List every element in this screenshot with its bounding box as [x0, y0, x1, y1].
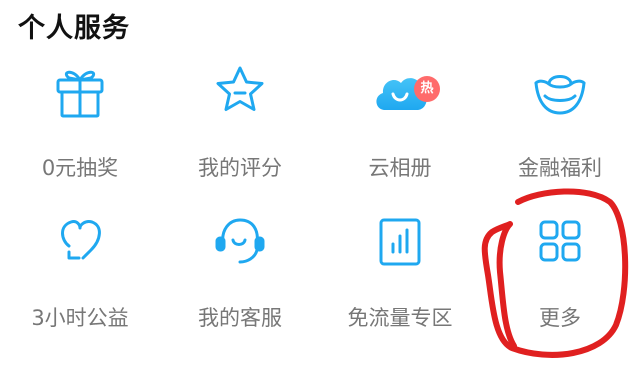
heart-icon	[47, 208, 113, 274]
gold-ingot-icon	[527, 58, 593, 124]
service-charity[interactable]: 3小时公益	[0, 208, 160, 338]
service-free-data[interactable]: 免流量专区	[320, 208, 480, 338]
star-icon	[207, 58, 273, 124]
service-label: 我的评分	[198, 156, 282, 180]
service-support[interactable]: 我的客服	[160, 208, 320, 338]
service-lottery[interactable]: 0元抽奖	[0, 58, 160, 188]
section-title: 个人服务	[18, 13, 130, 44]
service-finance[interactable]: 金融福利	[480, 58, 640, 188]
grid-icon	[527, 208, 593, 274]
gift-icon	[47, 58, 113, 124]
hot-badge: 热	[414, 76, 440, 102]
headset-icon	[207, 208, 273, 274]
service-more[interactable]: 更多	[480, 208, 640, 338]
service-cloud-album[interactable]: 热 云相册	[320, 58, 480, 188]
service-rating[interactable]: 我的评分	[160, 58, 320, 188]
service-label: 3小时公益	[31, 306, 129, 330]
service-label: 云相册	[368, 156, 432, 180]
service-label: 免流量专区	[347, 306, 453, 330]
service-label: 我的客服	[198, 306, 282, 330]
data-chart-icon	[367, 208, 433, 274]
service-label: 0元抽奖	[41, 156, 119, 180]
service-label: 更多	[539, 306, 581, 330]
service-label: 金融福利	[518, 156, 602, 180]
